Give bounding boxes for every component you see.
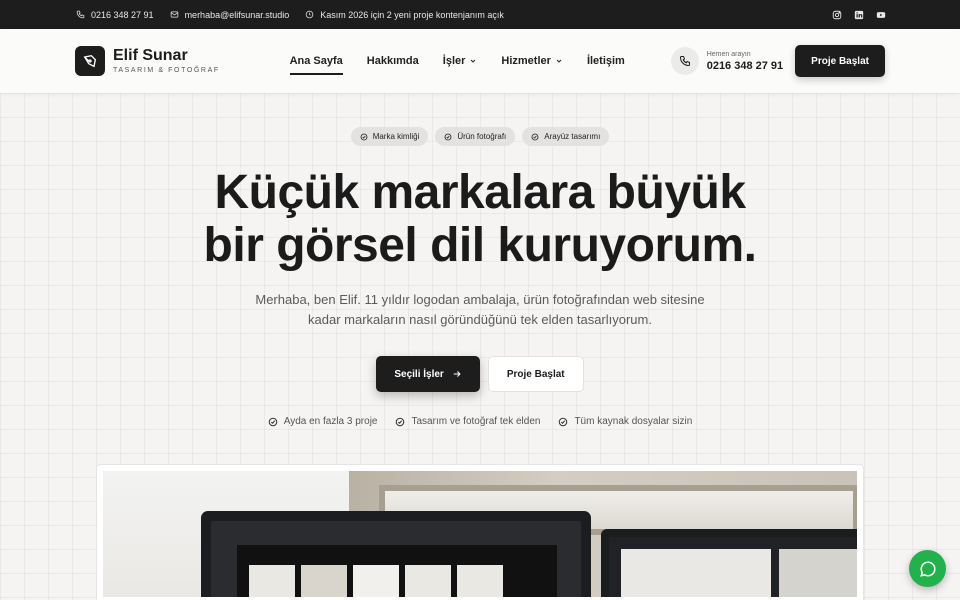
photo-monitor-right — [601, 529, 857, 597]
feature-item: Tüm kaynak dosyalar sizin — [558, 416, 692, 427]
phone-icon — [76, 10, 85, 19]
topbar-email[interactable]: merhaba@elifsunar.studio — [170, 9, 290, 20]
hero-start-project-button[interactable]: Proje Başlat — [487, 356, 584, 392]
top-bar: 0216 348 27 91 merhaba@elifsunar.studio … — [0, 0, 960, 29]
workspace-photo — [103, 471, 857, 597]
arrow-right-icon — [453, 371, 461, 377]
feature-item: Ayda en fazla 3 proje — [268, 416, 377, 427]
start-project-button[interactable]: Proje Başlat — [795, 45, 885, 77]
call-button[interactable] — [670, 47, 699, 75]
site-header: Elif Sunar TASARIM & FOTOĞRAF Ana Sayfa … — [0, 29, 960, 93]
whatsapp-button[interactable] — [909, 550, 946, 587]
chip-brand-identity: Marka kimliği — [350, 127, 429, 146]
check-circle-icon — [444, 133, 452, 140]
chevron-down-icon — [556, 59, 562, 63]
topbar-availability: Kasım 2026 için 2 yeni proje kontenjanım… — [305, 10, 504, 20]
nav-item-contact[interactable]: İletişim — [587, 51, 625, 71]
check-circle-icon — [396, 417, 405, 426]
topbar-email-text: merhaba@elifsunar.studio — [184, 9, 290, 20]
youtube-icon[interactable] — [876, 10, 886, 20]
linkedin-icon[interactable] — [854, 10, 864, 20]
hero-title-line1: Küçük markalara büyük — [214, 166, 746, 219]
phone-icon — [679, 56, 690, 67]
chip-product-photo: Ürün fotoğrafı — [435, 127, 516, 146]
check-circle-icon — [268, 417, 277, 426]
chevron-down-icon — [471, 59, 476, 63]
main-nav: Ana Sayfa Hakkımda İşler Hizmetler İleti… — [289, 51, 625, 75]
logo — [75, 46, 105, 76]
nav-item-home[interactable]: Ana Sayfa — [289, 51, 343, 75]
hero-title-line2: bir görsel dil kuruyorum. — [203, 219, 757, 272]
check-circle-icon — [531, 133, 539, 140]
mail-icon — [170, 11, 178, 18]
call-label: Hemen arayın — [706, 50, 751, 58]
call-number: 0216 348 27 91 — [706, 59, 784, 72]
workspace-photo-frame — [96, 464, 864, 600]
brand-tagline: TASARIM & FOTOĞRAF — [113, 67, 220, 74]
brand-name: Elif Sunar — [113, 47, 188, 64]
instagram-icon[interactable] — [832, 10, 842, 20]
availability-text: Kasım 2026 için 2 yeni proje kontenjanım… — [320, 9, 504, 20]
hero-section: Marka kimliği Ürün fotoğrafı Arayüz tasa… — [0, 93, 960, 600]
selected-works-button[interactable]: Seçili İşler — [376, 356, 480, 392]
topbar-phone[interactable]: 0216 348 27 91 — [76, 10, 154, 20]
check-circle-icon — [559, 417, 568, 426]
chat-bubble-icon — [919, 560, 936, 577]
nav-item-services[interactable]: Hizmetler — [501, 51, 563, 71]
hero-lead: Merhaba, ben Elif. 11 yıldır logodan amb… — [255, 292, 705, 327]
check-circle-icon — [360, 133, 368, 140]
photo-monitor-left — [201, 511, 591, 597]
service-chips: Marka kimliği Ürün fotoğrafı Arayüz tasa… — [0, 93, 960, 146]
call-box[interactable]: Hemen arayın 0216 348 27 91 — [707, 51, 783, 72]
hero-ctas: Seçili İşler Proje Başlat — [0, 356, 960, 392]
brand[interactable]: Elif Sunar TASARIM & FOTOĞRAF — [75, 46, 220, 76]
nav-item-works[interactable]: İşler — [443, 51, 478, 71]
nav-item-about[interactable]: Hakkımda — [367, 51, 419, 71]
topbar-phone-text: 0216 348 27 91 — [91, 9, 154, 20]
chip-ui-design: Arayüz tasarımı — [522, 127, 610, 146]
hero-title: Küçük markalara büyük bir görsel dil kur… — [0, 166, 960, 272]
feature-item: Tasarım ve fotoğraf tek elden — [395, 416, 540, 427]
pen-tool-icon — [83, 54, 97, 68]
feature-list: Ayda en fazla 3 proje Tasarım ve fotoğra… — [0, 416, 960, 427]
clock-icon — [306, 10, 314, 19]
